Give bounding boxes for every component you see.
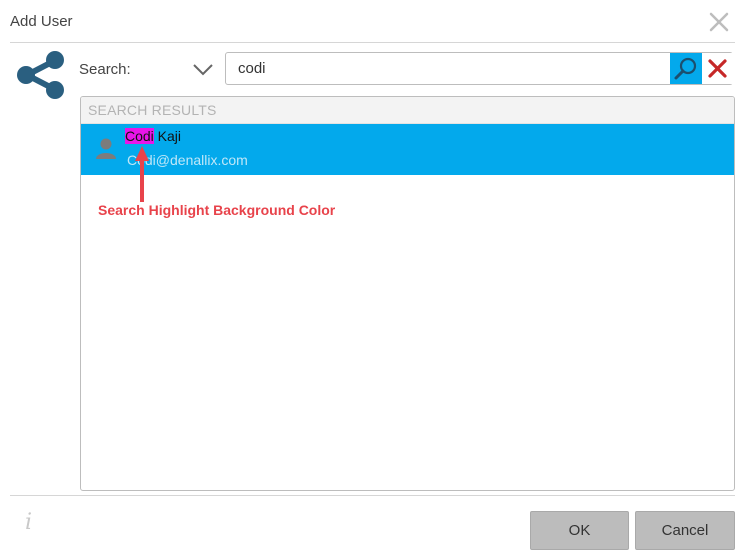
user-avatar-icon [95,136,117,160]
chevron-down-icon[interactable] [190,58,216,82]
footer-divider [10,495,735,496]
search-highlight: Codi [125,128,154,144]
ok-button[interactable]: OK [530,511,629,550]
search-results-header: SEARCH RESULTS [81,97,734,124]
annotation-label: Search Highlight Background Color [98,202,336,218]
search-button[interactable] [670,53,702,84]
cancel-button[interactable]: Cancel [635,511,735,550]
add-user-dialog: Add User Search: codi SEARCH RESULTS Cod… [0,0,745,557]
search-label: Search: [79,61,131,78]
search-icon [674,57,697,80]
result-item[interactable]: Codi Kaji Codi@denallix.com [81,124,734,175]
share-icon [14,50,68,100]
clear-search-button[interactable] [702,53,733,84]
search-input[interactable] [238,56,658,81]
search-results-panel: SEARCH RESULTS Codi Kaji Codi@denallix.c… [80,96,735,491]
clear-icon [708,59,727,78]
info-icon[interactable]: i [25,510,32,535]
title-divider [10,42,735,43]
close-icon[interactable] [706,9,732,35]
annotation-arrow-icon [132,146,152,202]
dialog-title: Add User [10,13,73,30]
user-name: Codi Kaji [125,128,181,144]
user-name-rest: Kaji [153,128,182,144]
